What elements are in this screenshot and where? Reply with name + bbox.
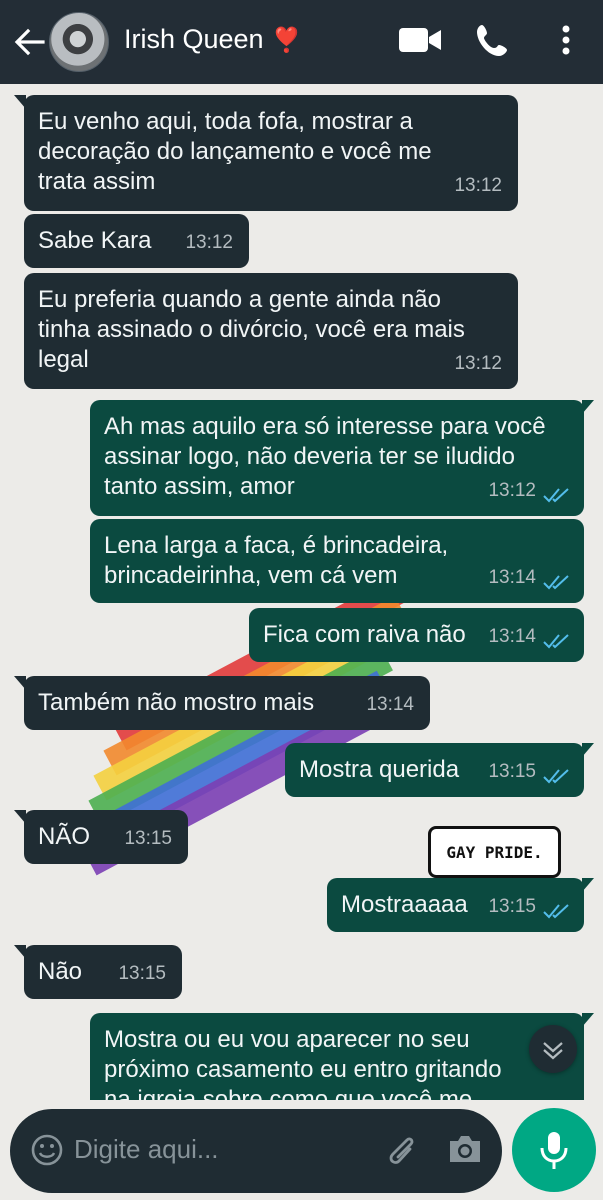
message-list[interactable]: GAY PRIDE. Eu venho aqui, toda fofa, mos… [0, 84, 603, 1100]
read-ticks-icon [543, 488, 569, 503]
read-ticks-icon [543, 769, 569, 784]
message-input-placeholder: Digite aqui... [74, 1134, 219, 1164]
outgoing-message[interactable]: Mostraaaaa 13:15 [327, 878, 594, 932]
chat-header: Irish Queen ❣️ [0, 0, 603, 84]
video-call-icon[interactable] [398, 22, 442, 58]
message-time: 13:14 [488, 626, 536, 647]
incoming-message[interactable]: Eu preferia quando a gente ainda não tin… [24, 273, 518, 389]
double-chevron-down-icon [543, 1042, 563, 1060]
outgoing-message[interactable]: Ah mas aquilo era só interesse para você… [90, 400, 594, 516]
read-ticks-icon [543, 904, 569, 919]
heart-emoji: ❣️ [271, 27, 302, 54]
contact-name[interactable]: Irish Queen ❣️ [124, 24, 301, 55]
mic-icon [540, 1132, 568, 1169]
incoming-message[interactable]: Eu venho aqui, toda fofa, mostrar a deco… [14, 95, 518, 211]
message-time: 13:12 [454, 175, 502, 196]
bubble-tail [582, 400, 594, 414]
message-time: 13:12 [488, 480, 536, 501]
message-time: 13:15 [124, 828, 172, 849]
bubble-tail [14, 945, 26, 959]
message-time: 13:15 [118, 963, 166, 984]
gay-pride-sticker: GAY PRIDE. [428, 826, 561, 890]
message-time: 13:14 [488, 567, 536, 588]
message-time: 13:15 [488, 761, 536, 782]
bubble-tail [14, 676, 26, 690]
bubble-tail [582, 743, 594, 757]
read-ticks-icon [543, 575, 569, 590]
message-input[interactable]: Digite aqui... [10, 1109, 502, 1193]
message-time: 13:15 [488, 896, 536, 917]
back-arrow-icon[interactable] [12, 26, 46, 58]
incoming-message[interactable]: NÃO 13:15 [14, 810, 188, 864]
message-text: Mostra ou eu vou aparecer no seu próximo… [104, 1026, 502, 1100]
emoji-icon[interactable] [30, 1133, 64, 1167]
incoming-message[interactable]: Não 13:15 [14, 945, 182, 999]
outgoing-message[interactable]: Lena larga a faca, é brincadeira, brinca… [90, 519, 584, 603]
voice-message-button[interactable] [512, 1108, 596, 1192]
camera-icon[interactable] [447, 1133, 483, 1165]
outgoing-message[interactable]: Mostra querida 13:15 [285, 743, 594, 797]
bubble-tail [582, 1013, 594, 1027]
more-options-icon[interactable] [556, 22, 576, 58]
message-time: 13:14 [366, 694, 414, 715]
message-text: Eu venho aqui, toda fofa, mostrar a deco… [38, 108, 432, 195]
incoming-message[interactable]: Também não mostro mais 13:14 [14, 676, 430, 730]
outgoing-message[interactable]: Fica com raiva não 13:14 [249, 608, 584, 662]
attach-icon[interactable] [386, 1131, 418, 1171]
message-time: 13:12 [185, 232, 233, 253]
message-text: Também não mostro mais [38, 689, 315, 716]
sticker-text: GAY PRIDE. [446, 842, 543, 862]
bubble-tail [582, 878, 594, 892]
outgoing-message[interactable]: Mostra ou eu vou aparecer no seu próximo… [90, 1013, 594, 1100]
contact-avatar[interactable] [49, 12, 109, 72]
bubble-tail [14, 810, 26, 824]
bubble-tail [14, 95, 26, 109]
message-time: 13:12 [454, 353, 502, 374]
voice-call-icon[interactable] [474, 22, 512, 58]
composer-bar: Digite aqui... [0, 1100, 603, 1200]
scroll-to-bottom-button[interactable] [529, 1025, 577, 1073]
incoming-message[interactable]: Sabe Kara 13:12 [24, 214, 249, 268]
read-ticks-icon [543, 634, 569, 649]
message-text: Eu preferia quando a gente ainda não tin… [38, 286, 465, 373]
contact-name-text: Irish Queen [124, 24, 264, 54]
